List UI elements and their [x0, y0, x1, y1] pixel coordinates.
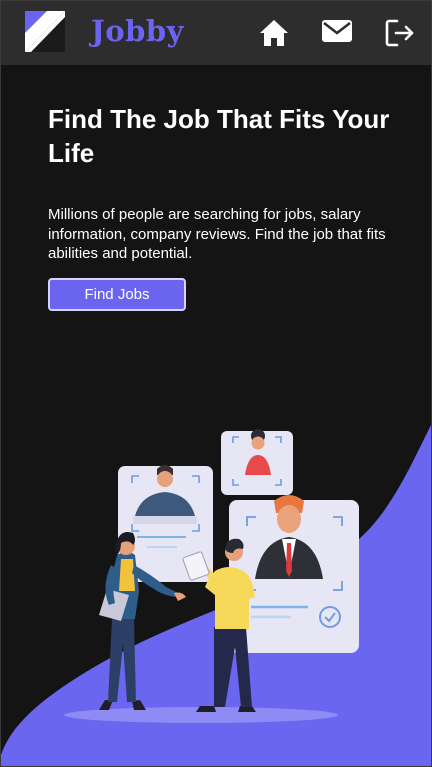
job-search-illustration	[64, 429, 359, 723]
navbar: Jobby	[1, 1, 431, 65]
app-frame: Jobby Find The Job That Fits Your Life M…	[0, 0, 432, 767]
profile-card-large	[229, 495, 359, 653]
mail-icon	[322, 20, 352, 42]
profile-card-small	[221, 429, 293, 495]
logout-button[interactable]	[384, 17, 416, 49]
brand-name: Jobby	[91, 14, 184, 48]
hero-section: Find The Job That Fits Your Life Million…	[1, 65, 431, 766]
home-icon	[260, 20, 288, 46]
logo-icon	[25, 11, 65, 52]
logout-icon	[385, 19, 414, 47]
mail-button[interactable]	[321, 15, 353, 47]
home-button[interactable]	[258, 17, 290, 49]
